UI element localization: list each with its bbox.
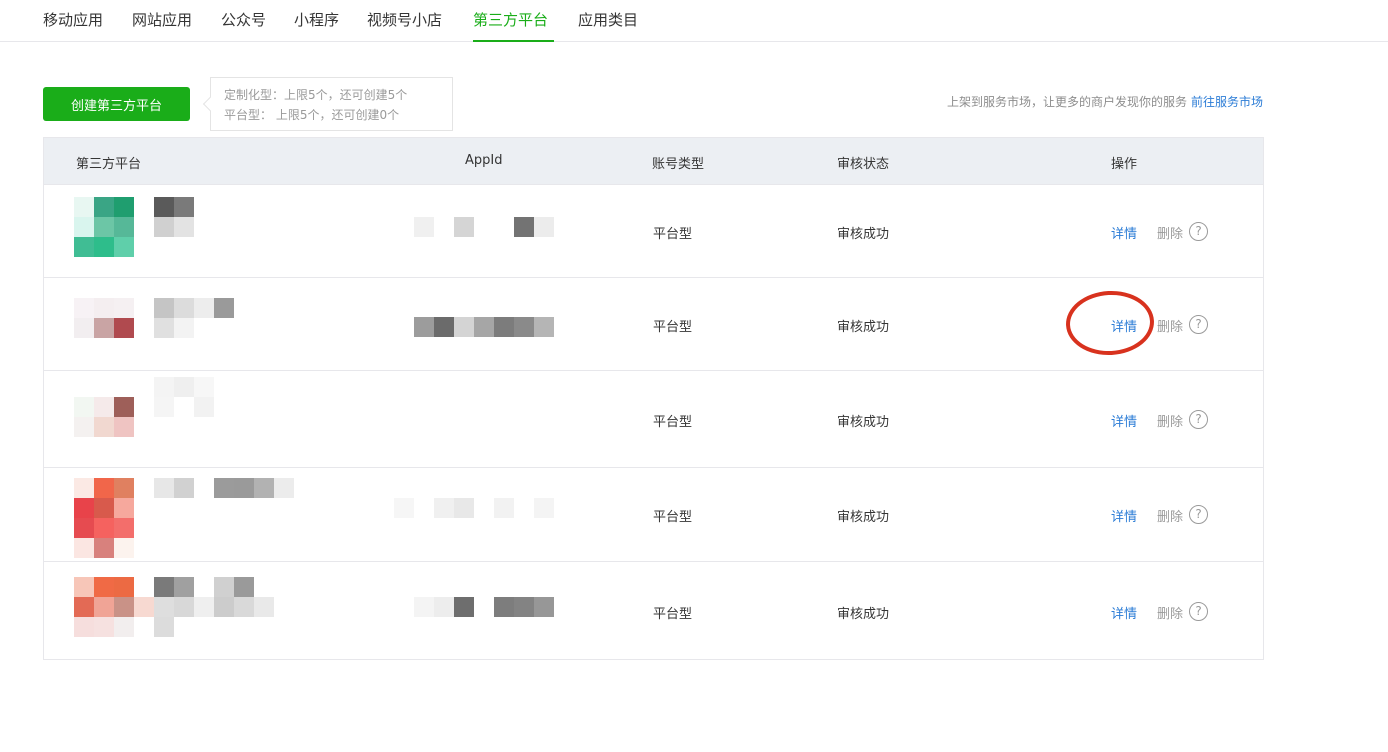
- platform-name-blurred: [154, 377, 234, 417]
- tab-official-account[interactable]: 公众号: [221, 9, 266, 30]
- appid-blurred: [414, 597, 554, 617]
- header-actions: 操作: [1111, 157, 1138, 172]
- table-row: 平台型 审核成功 详情 删除 ?: [44, 561, 1263, 659]
- header-platform: 第三方平台: [76, 157, 142, 172]
- service-market-text: 上架到服务市场，让更多的商户发现你的服务: [946, 95, 1187, 109]
- platform-logo: [74, 397, 134, 437]
- review-status-cell: 审核成功: [837, 227, 890, 242]
- tab-website-app[interactable]: 网站应用: [132, 9, 192, 30]
- detail-link[interactable]: 详情: [1111, 411, 1137, 430]
- delete-button[interactable]: 删除: [1157, 506, 1183, 525]
- tooltip-arrow: [202, 96, 218, 112]
- quota-platform-text: 平台型： 上限5个，还可创建0个: [224, 108, 400, 122]
- table-row: 平台型 审核成功 详情 删除 ?: [44, 370, 1263, 467]
- table-row: 平台型 审核成功 详情 删除 ?: [44, 467, 1263, 561]
- help-icon[interactable]: ?: [1189, 602, 1208, 621]
- platform-logo: [74, 577, 154, 637]
- platform-name-blurred: [154, 298, 234, 338]
- tab-third-party-platform[interactable]: 第三方平台: [473, 9, 548, 30]
- platform-name-blurred: [154, 197, 214, 237]
- delete-button[interactable]: 删除: [1157, 411, 1183, 430]
- account-type-cell: 平台型: [653, 415, 693, 430]
- header-review-status: 审核状态: [837, 157, 890, 172]
- account-type-cell: 平台型: [653, 510, 693, 525]
- help-icon[interactable]: ?: [1189, 410, 1208, 429]
- appid-blurred: [394, 498, 554, 518]
- platform-name-blurred: [154, 478, 294, 498]
- help-icon[interactable]: ?: [1189, 222, 1208, 241]
- header-account-type: 账号类型: [652, 157, 705, 172]
- account-type-cell: 平台型: [653, 320, 693, 335]
- tab-mini-program[interactable]: 小程序: [294, 9, 339, 30]
- review-status-cell: 审核成功: [837, 320, 890, 335]
- review-status-cell: 审核成功: [837, 607, 890, 622]
- table-header: 第三方平台 AppId 账号类型 审核状态 操作: [44, 138, 1263, 184]
- platform-table: 第三方平台 AppId 账号类型 审核状态 操作 平台型 审核成功 详情 删除 …: [43, 137, 1264, 660]
- service-market-hint: 上架到服务市场，让更多的商户发现你的服务 前往服务市场: [947, 93, 1263, 110]
- platform-logo: [74, 197, 134, 257]
- quota-tooltip: 定制化型：上限5个，还可创建5个 平台型： 上限5个，还可创建0个: [202, 77, 453, 131]
- create-third-party-platform-button[interactable]: 创建第三方平台: [43, 87, 190, 121]
- detail-link[interactable]: 详情: [1111, 223, 1137, 242]
- delete-button[interactable]: 删除: [1157, 316, 1183, 335]
- account-type-cell: 平台型: [653, 607, 693, 622]
- active-tab-indicator: [473, 40, 554, 42]
- go-to-service-market-link[interactable]: 前往服务市场: [1191, 95, 1263, 109]
- header-appid: AppId: [465, 153, 503, 168]
- account-type-cell: 平台型: [653, 227, 693, 242]
- platform-name-blurred: [154, 577, 274, 637]
- review-status-cell: 审核成功: [837, 510, 890, 525]
- help-icon[interactable]: ?: [1189, 505, 1208, 524]
- top-tab-nav: 移动应用 网站应用 公众号 小程序 视频号小店 第三方平台 应用类目: [0, 0, 1388, 42]
- table-row: 平台型 审核成功 详情 删除 ?: [44, 184, 1263, 277]
- review-status-cell: 审核成功: [837, 415, 890, 430]
- tab-app-category[interactable]: 应用类目: [578, 9, 638, 30]
- platform-logo: [74, 478, 134, 558]
- delete-button[interactable]: 删除: [1157, 603, 1183, 622]
- delete-button[interactable]: 删除: [1157, 223, 1183, 242]
- appid-blurred: [414, 217, 554, 237]
- detail-link[interactable]: 详情: [1111, 603, 1137, 622]
- appid-blurred: [414, 317, 554, 337]
- quota-custom-text: 定制化型：上限5个，还可创建5个: [224, 88, 408, 102]
- help-icon[interactable]: ?: [1189, 315, 1208, 334]
- tab-mobile-app[interactable]: 移动应用: [43, 9, 103, 30]
- tab-video-shop[interactable]: 视频号小店: [367, 9, 442, 30]
- detail-link[interactable]: 详情: [1111, 506, 1137, 525]
- platform-logo: [74, 298, 134, 338]
